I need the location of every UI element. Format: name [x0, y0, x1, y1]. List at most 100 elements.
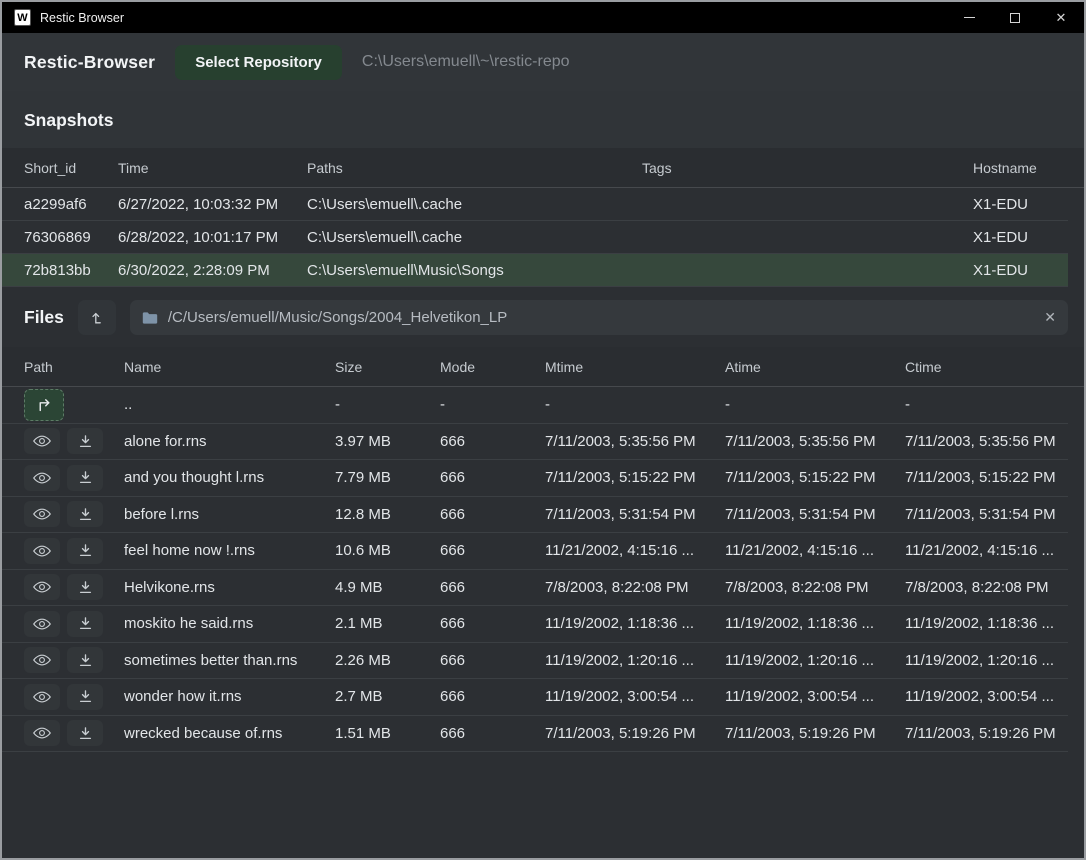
file-name: wonder how it.rns	[124, 688, 335, 705]
download-file-button[interactable]	[67, 428, 103, 454]
file-mtime: 7/11/2003, 5:15:22 PM	[545, 469, 725, 486]
file-row: alone for.rns 3.97 MB 666 7/11/2003, 5:3…	[2, 424, 1068, 461]
eye-icon	[33, 434, 51, 448]
file-ctime: 7/11/2003, 5:19:26 PM	[905, 725, 1068, 742]
file-atime: 11/19/2002, 3:00:54 ...	[725, 688, 905, 705]
download-file-button[interactable]	[67, 501, 103, 527]
file-mode: 666	[440, 579, 545, 596]
minimize-icon	[964, 17, 975, 18]
snapshot-short-id: a2299af6	[24, 196, 118, 213]
preview-file-button[interactable]	[24, 538, 60, 564]
eye-icon	[33, 507, 51, 521]
preview-file-button[interactable]	[24, 647, 60, 673]
file-size: 10.6 MB	[335, 542, 440, 559]
column-header-size: Size	[335, 359, 440, 375]
file-ctime: 7/8/2003, 8:22:08 PM	[905, 579, 1068, 596]
file-mtime: -	[545, 396, 725, 413]
column-header-name: Name	[124, 359, 335, 375]
file-name: Helvikone.rns	[124, 579, 335, 596]
snapshot-time: 6/28/2022, 10:01:17 PM	[118, 229, 307, 246]
preview-file-button[interactable]	[24, 720, 60, 746]
snapshots-table-header: Short_id Time Paths Tags Hostname	[2, 148, 1084, 188]
preview-file-button[interactable]	[24, 574, 60, 600]
eye-icon	[33, 726, 51, 740]
file-atime: 11/21/2002, 4:15:16 ...	[725, 542, 905, 559]
minimize-button[interactable]	[946, 2, 992, 33]
file-mtime: 11/19/2002, 3:00:54 ...	[545, 688, 725, 705]
download-file-button[interactable]	[67, 465, 103, 491]
preview-file-button[interactable]	[24, 611, 60, 637]
file-ctime: 7/11/2003, 5:35:56 PM	[905, 433, 1068, 450]
file-ctime: 7/11/2003, 5:15:22 PM	[905, 469, 1068, 486]
file-mode: 666	[440, 542, 545, 559]
snapshot-short-id: 72b813bb	[24, 262, 118, 279]
download-icon	[78, 507, 93, 522]
app-logo-icon: W	[14, 9, 31, 26]
file-atime: 7/8/2003, 8:22:08 PM	[725, 579, 905, 596]
files-toolbar: Files /C/Users/emuell/Music/Songs/2004_H…	[2, 287, 1084, 347]
file-size: 1.51 MB	[335, 725, 440, 742]
eye-icon	[33, 653, 51, 667]
select-repository-button[interactable]: Select Repository	[175, 45, 342, 80]
preview-file-button[interactable]	[24, 684, 60, 710]
close-button[interactable]: ✕	[1038, 2, 1084, 33]
file-row: moskito he said.rns 2.1 MB 666 11/19/200…	[2, 606, 1068, 643]
files-table-body: .. - - - - -	[2, 387, 1084, 752]
snapshot-hostname: X1-EDU	[973, 229, 1068, 246]
file-atime: 7/11/2003, 5:35:56 PM	[725, 433, 905, 450]
file-atime: 7/11/2003, 5:31:54 PM	[725, 506, 905, 523]
file-mode: 666	[440, 615, 545, 632]
download-icon	[78, 726, 93, 741]
up-from-line-button[interactable]	[78, 300, 116, 335]
file-ctime: 11/19/2002, 1:18:36 ...	[905, 615, 1068, 632]
file-mtime: 7/11/2003, 5:31:54 PM	[545, 506, 725, 523]
snapshot-row[interactable]: a2299af6 6/27/2022, 10:03:32 PM C:\Users…	[2, 188, 1068, 221]
clear-path-button[interactable]: ✕	[1044, 309, 1056, 326]
file-size: 2.7 MB	[335, 688, 440, 705]
download-file-button[interactable]	[67, 720, 103, 746]
file-atime: 11/19/2002, 1:20:16 ...	[725, 652, 905, 669]
snapshot-paths: C:\Users\emuell\Music\Songs	[307, 262, 642, 279]
maximize-button[interactable]	[992, 2, 1038, 33]
column-header-mtime: Mtime	[545, 359, 725, 375]
file-mtime: 7/11/2003, 5:19:26 PM	[545, 725, 725, 742]
app-title: Restic-Browser	[24, 52, 155, 73]
column-header-time: Time	[118, 160, 307, 176]
file-atime: 11/19/2002, 1:18:36 ...	[725, 615, 905, 632]
preview-file-button[interactable]	[24, 428, 60, 454]
download-icon	[78, 653, 93, 668]
download-file-button[interactable]	[67, 574, 103, 600]
snapshot-paths: C:\Users\emuell\.cache	[307, 196, 642, 213]
file-row: Helvikone.rns 4.9 MB 666 7/8/2003, 8:22:…	[2, 570, 1068, 607]
app-window: W Restic Browser ✕ Restic-Browser Select…	[0, 0, 1086, 860]
download-icon	[78, 470, 93, 485]
snapshot-time: 6/30/2022, 2:28:09 PM	[118, 262, 307, 279]
clear-icon: ✕	[1044, 309, 1056, 325]
preview-file-button[interactable]	[24, 501, 60, 527]
download-file-button[interactable]	[67, 538, 103, 564]
up-from-line-icon	[89, 310, 105, 326]
file-row: sometimes better than.rns 2.26 MB 666 11…	[2, 643, 1068, 680]
snapshot-row[interactable]: 72b813bb 6/30/2022, 2:28:09 PM C:\Users\…	[2, 254, 1068, 287]
files-path-input[interactable]: /C/Users/emuell/Music/Songs/2004_Helveti…	[130, 300, 1068, 335]
file-row: wonder how it.rns 2.7 MB 666 11/19/2002,…	[2, 679, 1068, 716]
file-row: feel home now !.rns 10.6 MB 666 11/21/20…	[2, 533, 1068, 570]
download-file-button[interactable]	[67, 611, 103, 637]
file-mtime: 11/21/2002, 4:15:16 ...	[545, 542, 725, 559]
maximize-icon	[1010, 13, 1020, 23]
snapshot-hostname: X1-EDU	[973, 196, 1068, 213]
column-header-ctime: Ctime	[905, 359, 1068, 375]
file-size: 2.26 MB	[335, 652, 440, 669]
go-up-directory-button[interactable]	[24, 389, 64, 421]
column-header-path: Path	[24, 359, 124, 375]
preview-file-button[interactable]	[24, 465, 60, 491]
snapshots-title: Snapshots	[2, 91, 1084, 148]
snapshot-row[interactable]: 76306869 6/28/2022, 10:01:17 PM C:\Users…	[2, 221, 1068, 254]
download-file-button[interactable]	[67, 647, 103, 673]
file-mode: 666	[440, 506, 545, 523]
file-name: sometimes better than.rns	[124, 652, 335, 669]
download-file-button[interactable]	[67, 684, 103, 710]
file-name: feel home now !.rns	[124, 542, 335, 559]
file-mode: -	[440, 396, 545, 413]
download-icon	[78, 616, 93, 631]
